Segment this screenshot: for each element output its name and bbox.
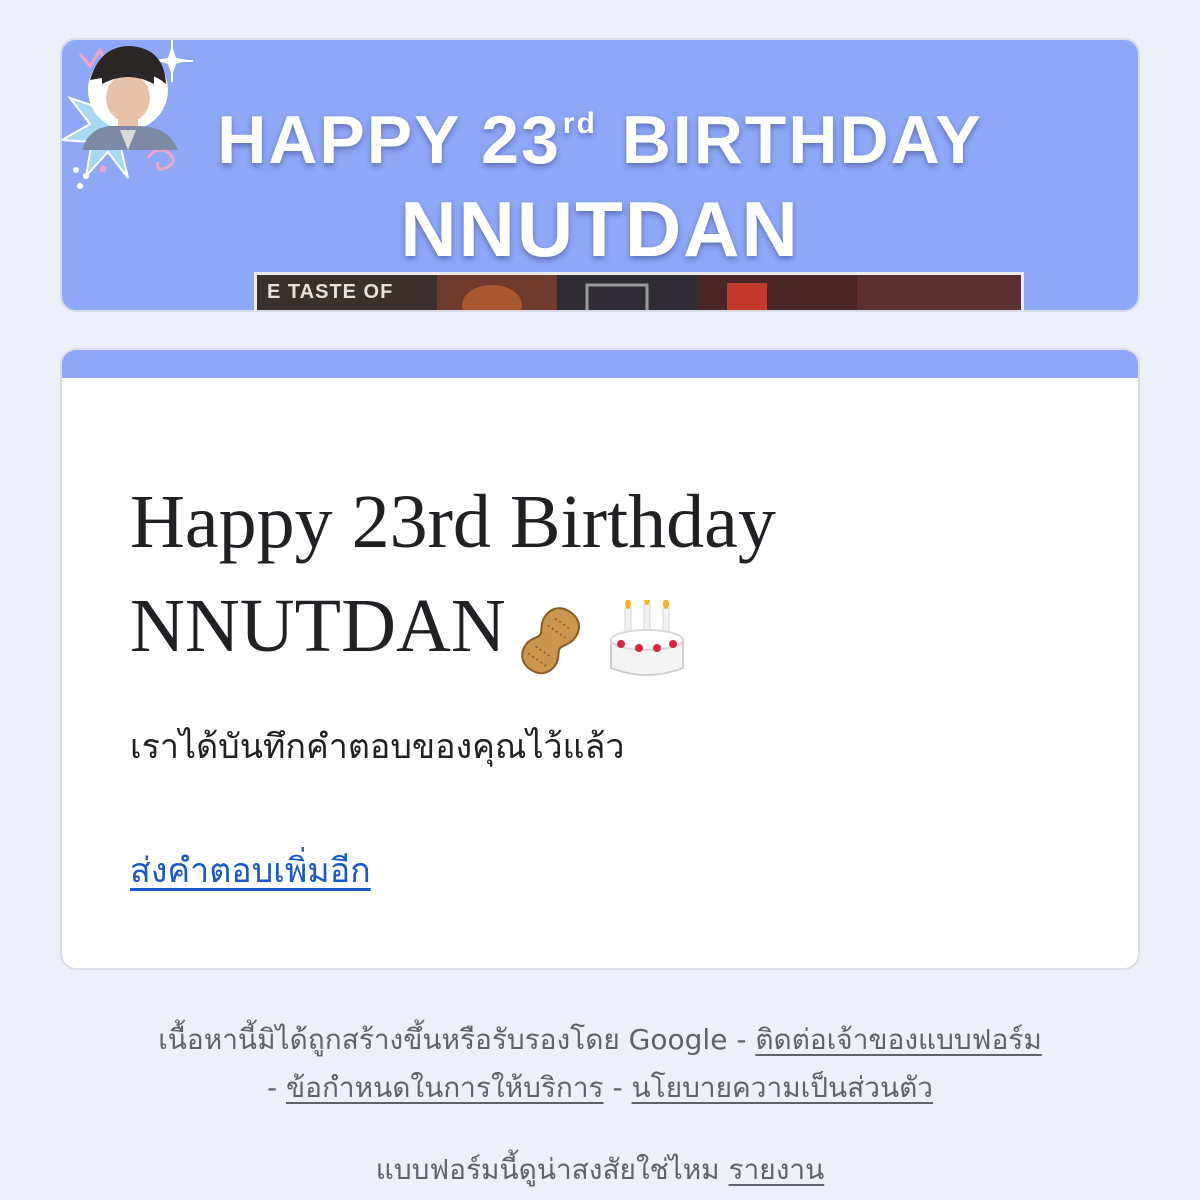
terms-of-service-link[interactable]: ข้อกำหนดในการให้บริการ: [286, 1071, 604, 1104]
confirmation-message: เราได้บันทึกคำตอบของคุณไว้แล้ว: [130, 727, 625, 767]
confirmation-card: Happy 23rd Birthday NNUTDAN เราได้บันทึก…: [60, 348, 1140, 970]
banner-heading-superscript: rd: [562, 107, 597, 140]
report-link[interactable]: รายงาน: [729, 1153, 825, 1186]
birthday-cake-icon: [609, 599, 684, 676]
peanut-icon: [520, 606, 580, 674]
submit-another-response-link[interactable]: ส่งคำตอบเพิ่มอีก: [130, 846, 371, 896]
footer-disclaimer: เนื้อหานี้มิได้ถูกสร้างขึ้นหรือรับรองโดย…: [60, 1016, 1140, 1112]
footer-separator: -: [612, 1071, 623, 1104]
suspicious-form-text: แบบฟอร์มนี้ดูน่าสงสัยใช่ไหม: [375, 1153, 720, 1186]
header-banner-image: HAPPY 23rd BIRTHDAY NNUTDAN E TASTE OF: [60, 38, 1140, 312]
banner-heading-line2: NNUTDAN: [400, 185, 800, 273]
contact-form-owner-link[interactable]: ติดต่อเจ้าของแบบฟอร์ม: [755, 1023, 1041, 1056]
banner-heading-suffix: BIRTHDAY: [621, 102, 983, 178]
person-photo-icon: [82, 46, 178, 150]
footer-disclaimer-text: เนื้อหานี้มิได้ถูกสร้างขึ้นหรือรับรองโดย…: [158, 1023, 747, 1056]
banner-photo-strip: E TASTE OF: [254, 272, 1024, 310]
title-emoji-group: [516, 580, 689, 684]
photo-strip-caption: E TASTE OF: [267, 281, 394, 303]
footer-report-row: แบบฟอร์มนี้ดูน่าสงสัยใช่ไหม รายงาน: [60, 1146, 1140, 1194]
form-title-line1: Happy 23rd Birthday: [130, 480, 776, 564]
privacy-policy-link[interactable]: นโยบายความเป็นส่วนตัว: [632, 1071, 933, 1104]
form-title-line2: NNUTDAN: [130, 584, 506, 668]
banner-heading-prefix: HAPPY 23: [217, 102, 561, 178]
banner-heading-line1: HAPPY 23rd BIRTHDAY: [62, 84, 1138, 180]
form-title: Happy 23rd Birthday NNUTDAN: [130, 470, 1090, 684]
footer-separator: -: [266, 1071, 278, 1104]
card-accent-bar: [62, 350, 1138, 378]
